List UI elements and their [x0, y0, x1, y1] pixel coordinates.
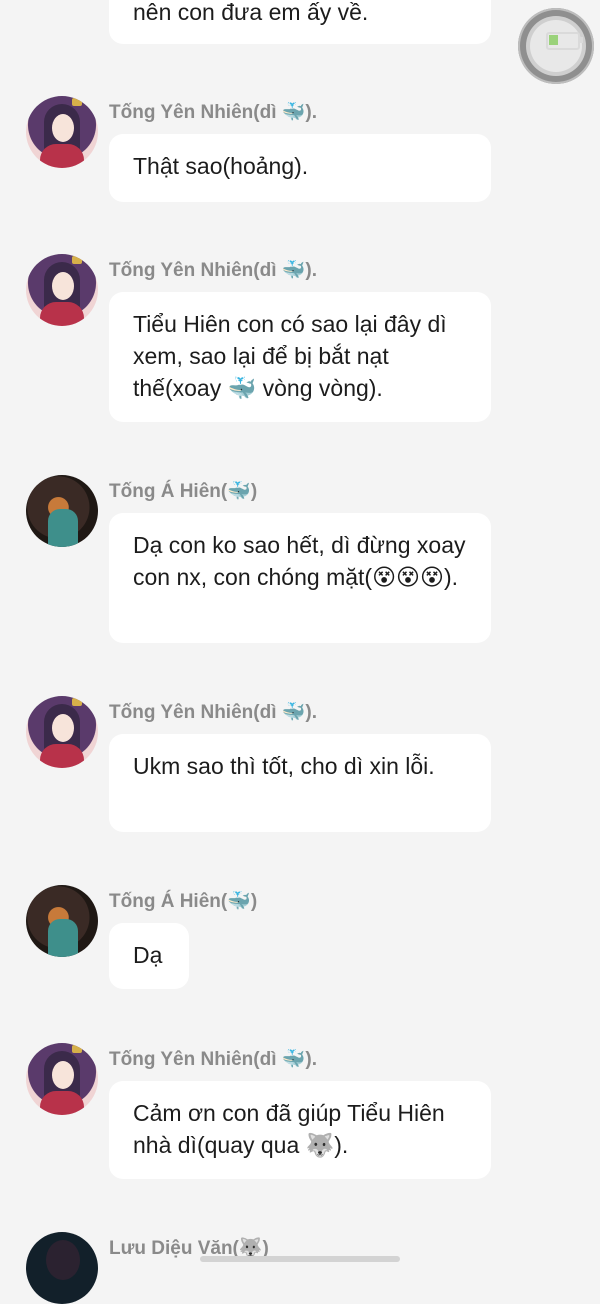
- sender-name: Tống Yên Nhiên(dì 🐳).: [109, 702, 318, 723]
- message-text: Dạ con ko sao hết, dì đừng xoay con nx, …: [133, 532, 466, 590]
- message-text: nên con đưa em ấy về.: [133, 0, 369, 25]
- message-text: Dạ: [133, 942, 163, 968]
- sender-name: Tống Á Hiên(🐳): [109, 891, 258, 912]
- home-indicator[interactable]: [200, 1256, 400, 1262]
- avatar[interactable]: [26, 696, 98, 768]
- sender-name: Tống Yên Nhiên(dì 🐳).: [109, 1049, 318, 1070]
- message-text: Ukm sao thì tốt, cho dì xin lỗi.: [133, 753, 435, 779]
- message-text: Cảm ơn con đã giúp Tiểu Hiên nhà dì(quay…: [133, 1100, 445, 1158]
- message-bubble: Cảm ơn con đã giúp Tiểu Hiên nhà dì(quay…: [109, 1081, 491, 1179]
- message-bubble: nên con đưa em ấy về.: [109, 0, 491, 44]
- message-bubble: Thật sao(hoảng).: [109, 134, 491, 202]
- message-text: Thật sao(hoảng).: [133, 153, 309, 179]
- avatar[interactable]: [26, 1232, 98, 1304]
- avatar[interactable]: [26, 475, 98, 547]
- avatar[interactable]: [26, 96, 98, 168]
- avatar[interactable]: [26, 254, 98, 326]
- sender-name: Tống Yên Nhiên(dì 🐳).: [109, 260, 318, 281]
- sender-name: Tống Á Hiên(🐳): [109, 481, 258, 502]
- message-text: Tiểu Hiên con có sao lại đây dì xem, sao…: [133, 311, 447, 401]
- avatar[interactable]: [26, 1043, 98, 1115]
- battery-icon: [546, 32, 583, 50]
- message-bubble: Ukm sao thì tốt, cho dì xin lỗi.: [109, 734, 491, 832]
- message-bubble: Dạ: [109, 923, 189, 989]
- message-bubble: Dạ con ko sao hết, dì đừng xoay con nx, …: [109, 513, 491, 643]
- sender-name: Tống Yên Nhiên(dì 🐳).: [109, 102, 318, 123]
- message-bubble: Tiểu Hiên con có sao lại đây dì xem, sao…: [109, 292, 491, 422]
- avatar[interactable]: [26, 885, 98, 957]
